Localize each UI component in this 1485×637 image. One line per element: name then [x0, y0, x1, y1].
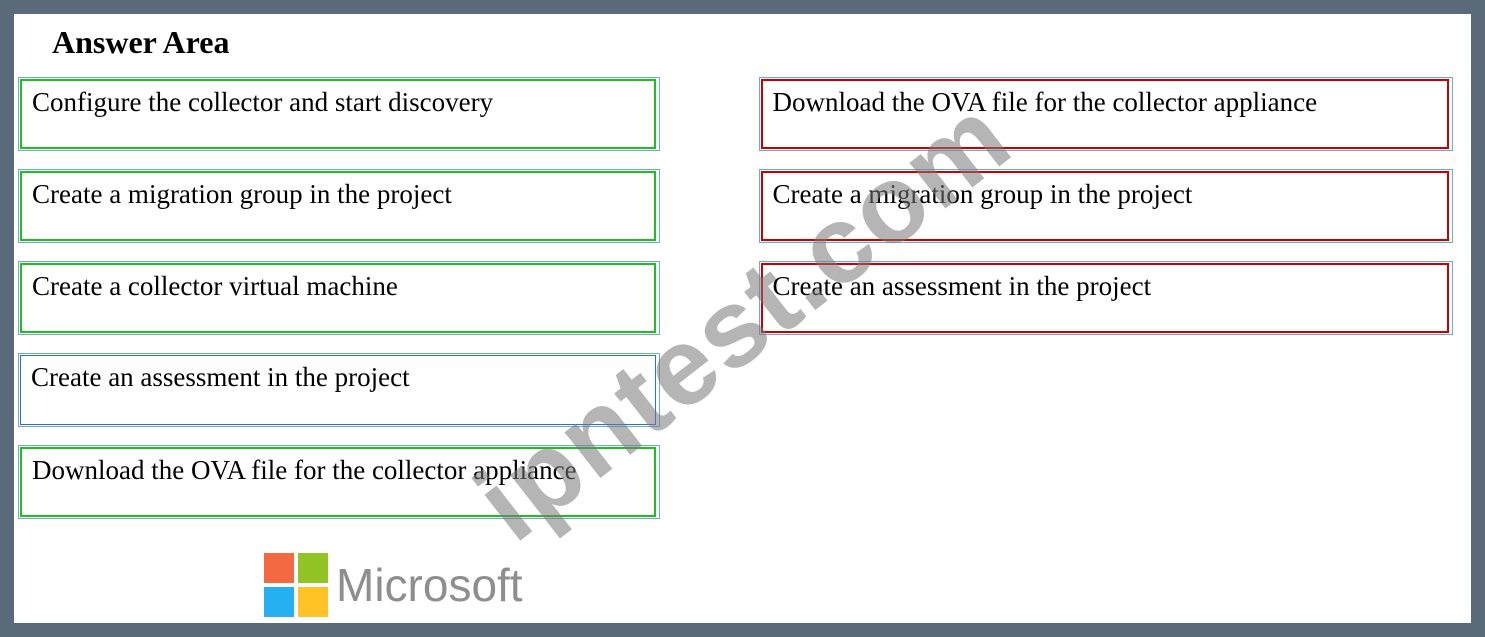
option-label: Create an assessment in the project	[20, 355, 656, 425]
answer-slot[interactable]: Create a migration group in the project	[761, 171, 1449, 241]
option-item[interactable]: Create a migration group in the project	[20, 171, 656, 241]
option-item[interactable]: Create a collector virtual machine	[20, 263, 656, 333]
microsoft-logo-text: Microsoft	[336, 558, 523, 612]
option-label: Configure the collector and start discov…	[20, 79, 656, 149]
option-item[interactable]: Download the OVA file for the collector …	[20, 447, 656, 517]
right-column: Download the OVA file for the collector …	[761, 79, 1464, 517]
option-item[interactable]: Configure the collector and start discov…	[20, 79, 656, 149]
option-item[interactable]: Create an assessment in the project	[20, 355, 656, 425]
columns-container: Configure the collector and start discov…	[14, 79, 1471, 517]
option-label: Create a collector virtual machine	[20, 263, 656, 333]
answer-label: Create a migration group in the project	[761, 171, 1449, 241]
page-title: Answer Area	[52, 24, 1471, 61]
answer-area-frame: Answer Area Configure the collector and …	[0, 0, 1485, 637]
microsoft-logo-icon	[264, 553, 328, 617]
answer-slot[interactable]: Download the OVA file for the collector …	[761, 79, 1449, 149]
option-label: Create a migration group in the project	[20, 171, 656, 241]
answer-label: Create an assessment in the project	[761, 263, 1449, 333]
answer-label: Download the OVA file for the collector …	[761, 79, 1449, 149]
answer-slot[interactable]: Create an assessment in the project	[761, 263, 1449, 333]
microsoft-logo: Microsoft	[264, 553, 523, 617]
option-label: Download the OVA file for the collector …	[20, 447, 656, 517]
left-column: Configure the collector and start discov…	[20, 79, 723, 517]
